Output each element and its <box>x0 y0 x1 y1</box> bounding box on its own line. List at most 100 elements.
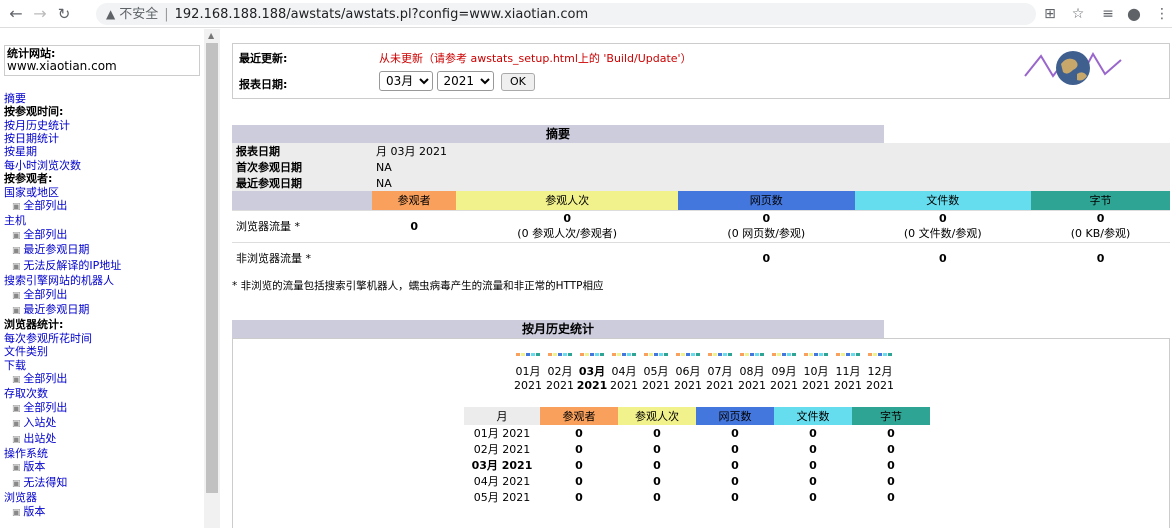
month-label[interactable]: 05月 2021 <box>640 365 672 393</box>
mcol-visits: 参观人次 <box>618 407 696 425</box>
month-label[interactable]: 07月 2021 <box>704 365 736 393</box>
bookmark-star-icon[interactable]: ☆ <box>1068 4 1088 24</box>
menu-link[interactable]: 下载 <box>4 359 204 372</box>
month-year: 2021 <box>770 379 798 392</box>
monthly-row: 02月 2021 0 0 0 0 0 <box>464 441 930 457</box>
col-bytes: 字节 <box>1031 191 1170 210</box>
value-cell: 0 <box>887 490 895 504</box>
monthly-row: 03月 2021 0 0 0 0 0 <box>464 457 930 473</box>
ok-button[interactable]: OK <box>501 72 535 91</box>
menu-link[interactable]: 每小时浏览次数 <box>4 159 204 172</box>
menu-link[interactable]: 搜索引擎网站的机器人 <box>4 274 204 287</box>
summary-key: 最近参观日期 <box>236 177 302 190</box>
month-label[interactable]: 03月 2021 <box>576 365 608 393</box>
month-bar <box>585 353 589 356</box>
menu-sub-link[interactable]: 入站处 <box>4 416 204 431</box>
menu-link[interactable]: 按日期统计 <box>4 132 204 145</box>
month-bar <box>659 353 663 356</box>
value-cell: 0 <box>653 474 661 488</box>
summary-key: 首次参观日期 <box>236 161 302 174</box>
month-bar <box>664 353 668 356</box>
value-cell: 0 <box>575 458 583 472</box>
scroll-up-icon[interactable]: ▲ <box>208 31 214 40</box>
back-arrow-icon[interactable]: ← <box>6 4 26 24</box>
menu-sub-link[interactable]: 无法得知 <box>4 476 204 491</box>
month-bars <box>736 353 768 357</box>
month-column: 07月 2021 <box>704 353 736 393</box>
profile-avatar-icon[interactable]: ● <box>1124 4 1144 24</box>
browser-toolbar: ← → ↻ ▲ 不安全 | 192.168.188.188/awstats/awsta… <box>0 0 1172 28</box>
translate-icon[interactable]: ⊞ <box>1040 4 1060 24</box>
non-browser-hits: 0 <box>854 241 1032 274</box>
menu-link[interactable]: 按星期 <box>4 145 204 158</box>
awstats-logo-icon[interactable] <box>1023 46 1123 90</box>
menu-link[interactable]: 摘要 <box>4 92 204 105</box>
month-bar <box>873 353 877 356</box>
sub: (0 KB/参观) <box>1070 226 1131 240</box>
traffic-footnote: * 非浏览的流量包括搜索引擎机器人，蠕虫病毒产生的流量和非正常的HTTP相应 <box>232 280 604 292</box>
menu-sub-link[interactable]: 全部列出 <box>4 288 204 303</box>
menu-sub-link[interactable]: 全部列出 <box>4 199 204 214</box>
address-bar[interactable]: ▲ 不安全 | 192.168.188.188/awstats/awstats.pl?… <box>96 3 1036 25</box>
month-label[interactable]: 10月 2021 <box>800 365 832 393</box>
menu-link[interactable]: 主机 <box>4 214 204 227</box>
month-column: 06月 2021 <box>672 353 704 393</box>
menu-link[interactable]: 每次参观所花时间 <box>4 332 204 345</box>
summary-value: 月 03月 2021 <box>376 145 447 158</box>
menu-link[interactable]: 按月历史统计 <box>4 119 204 132</box>
month-bar <box>595 353 599 356</box>
month-name: 02月 <box>547 365 573 378</box>
menu-link[interactable]: 文件类别 <box>4 345 204 358</box>
month-column: 09月 2021 <box>768 353 800 393</box>
menu-link[interactable]: 存取次数 <box>4 387 204 400</box>
menu-link[interactable]: 浏览器 <box>4 491 204 504</box>
month-label[interactable]: 08月 2021 <box>736 365 768 393</box>
forward-arrow-icon[interactable]: → <box>30 4 50 24</box>
month-year: 2021 <box>802 379 830 392</box>
monthly-table: 月 参观者 参观人次 网页数 文件数 字节 01月 2021 0 0 0 0 0 02月 2… <box>464 407 930 505</box>
menu-sub-link[interactable]: 全部列出 <box>4 372 204 387</box>
year-select[interactable]: 2021 <box>436 71 494 91</box>
menu-sub-link[interactable]: 无法反解译的IP地址 <box>4 259 204 274</box>
value-cell: 0 <box>653 442 661 456</box>
month-label[interactable]: 11月 2021 <box>832 365 864 393</box>
month-bar <box>740 353 744 356</box>
month-label[interactable]: 04月 2021 <box>608 365 640 393</box>
month-cell: 03月 2021 <box>471 459 533 472</box>
summary-info-row: 报表日期 月 03月 2021 <box>232 143 1170 159</box>
menu-sub-link[interactable]: 全部列出 <box>4 401 204 416</box>
month-name: 12月 <box>867 365 893 378</box>
month-label[interactable]: 02月 2021 <box>544 365 576 393</box>
month-bars <box>832 353 864 357</box>
month-label[interactable]: 01月 2021 <box>512 365 544 393</box>
month-bar <box>777 353 781 356</box>
month-name: 06月 <box>675 365 701 378</box>
menu-sub-link[interactable]: 最近参观日期 <box>4 303 204 318</box>
month-year: 2021 <box>866 379 894 392</box>
month-column: 01月 2021 <box>512 353 544 393</box>
menu-sub-link[interactable]: 版本 <box>4 505 204 520</box>
menu-link[interactable]: 操作系统 <box>4 447 204 460</box>
month-label[interactable]: 09月 2021 <box>768 365 800 393</box>
month-column: 11月 2021 <box>832 353 864 393</box>
menu-scrollbar[interactable]: ▲ <box>204 29 220 528</box>
menu-sub-link[interactable]: 出站处 <box>4 432 204 447</box>
scrollbar-thumb[interactable] <box>206 43 218 493</box>
month-year: 2021 <box>642 379 670 392</box>
reload-icon[interactable]: ↻ <box>54 4 74 24</box>
value-cell: 0 <box>887 442 895 456</box>
reading-list-icon[interactable]: ≡ <box>1098 4 1118 24</box>
month-bar <box>558 353 562 356</box>
value-cell: 0 <box>809 426 817 440</box>
more-menu-icon[interactable]: ⋮ <box>1152 4 1172 24</box>
month-bar <box>846 353 850 356</box>
month-label[interactable]: 06月 2021 <box>672 365 704 393</box>
non-browser-visits <box>456 241 679 274</box>
menu-link[interactable]: 国家或地区 <box>4 186 204 199</box>
month-select[interactable]: 03月 <box>379 71 433 91</box>
month-label[interactable]: 12月 2021 <box>864 365 896 393</box>
menu-sub-link[interactable]: 全部列出 <box>4 228 204 243</box>
menu-sub-link[interactable]: 最近参观日期 <box>4 243 204 258</box>
month-bar <box>819 353 823 356</box>
menu-sub-link[interactable]: 版本 <box>4 460 204 475</box>
